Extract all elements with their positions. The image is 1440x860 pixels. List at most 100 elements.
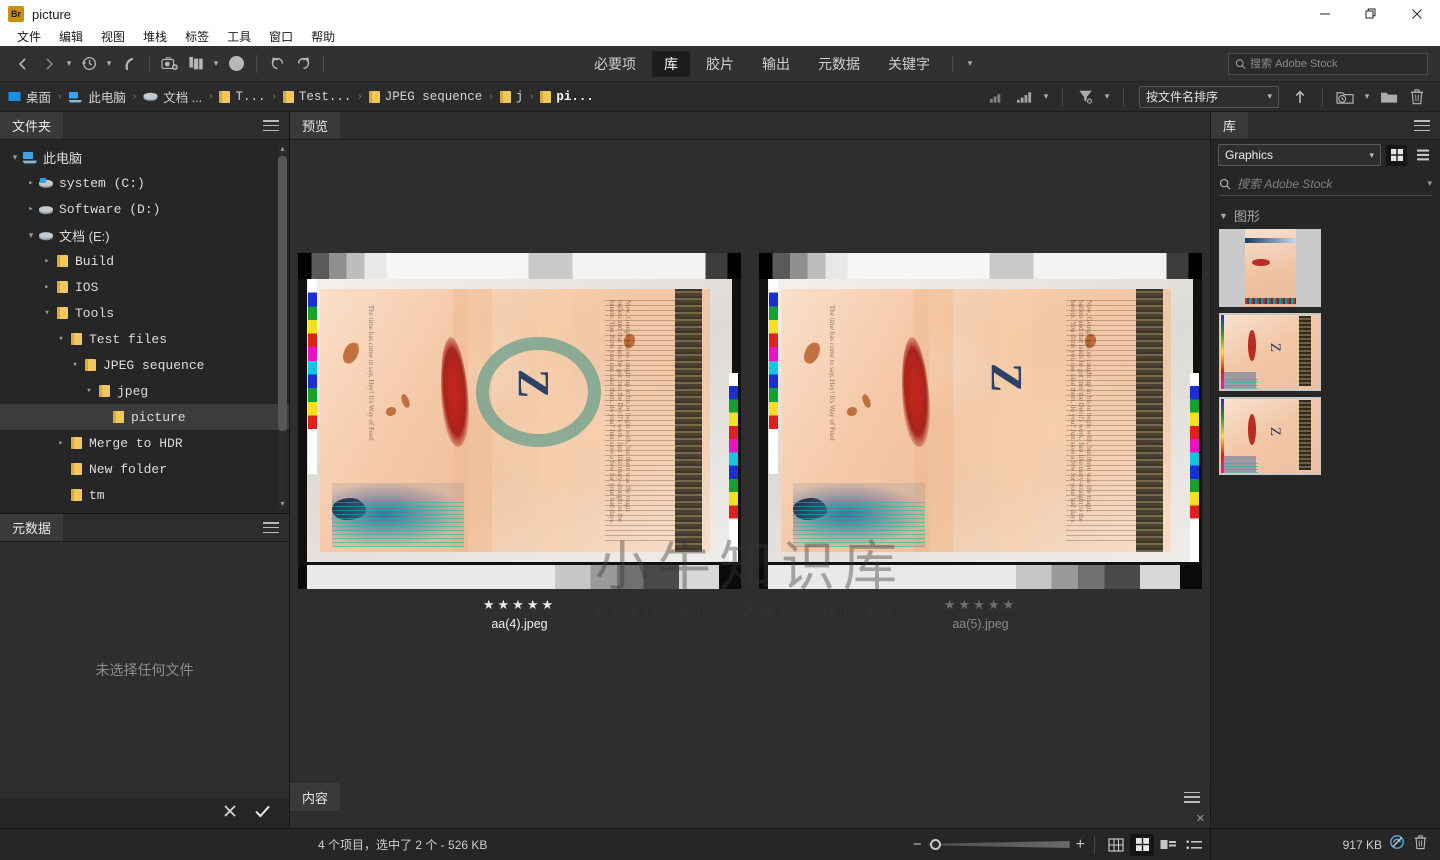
trash-icon[interactable] [1413, 834, 1428, 855]
filter-chevron-down-icon[interactable]: ▾ [1100, 85, 1114, 109]
scroll-up-arrow-icon[interactable]: ▴ [278, 144, 287, 154]
details-view-icon[interactable] [1156, 834, 1180, 856]
thumbnail-size-slider[interactable] [927, 839, 1070, 851]
twisty-open-icon[interactable]: ▾ [24, 230, 38, 241]
library-group-header[interactable]: ▼ 图形 [1219, 206, 1440, 225]
tree-item-jpeg-sequence[interactable]: ▾ JPEG sequence [0, 352, 289, 378]
slider-knob[interactable] [929, 839, 941, 850]
twisty-open-icon[interactable]: ▾ [82, 386, 96, 396]
menu-edit[interactable]: 编辑 [50, 28, 92, 46]
preview-image-1[interactable]: The time has come to say, Hey! It's Way … [298, 252, 741, 589]
boomerang-icon[interactable] [116, 51, 142, 77]
twisty-closed-icon[interactable]: ▸ [24, 178, 38, 188]
back-arrow-icon[interactable] [10, 51, 36, 77]
refine-icon[interactable] [223, 51, 249, 77]
library-thumb-3[interactable]: Z [1219, 397, 1321, 475]
tree-item-tm[interactable]: tm [0, 482, 289, 508]
list-view-icon[interactable] [1182, 834, 1206, 856]
twisty-open-icon[interactable]: ▾ [40, 308, 54, 318]
twisty-open-icon[interactable]: ▾ [68, 360, 82, 370]
content-thumbnail-strip[interactable]: ✕ [290, 811, 1210, 828]
tab-preview[interactable]: 预览 [290, 112, 341, 139]
tree-item-this-pc[interactable]: ▾ 此电脑 [0, 144, 289, 170]
triangle-down-icon[interactable]: ▼ [1219, 211, 1228, 221]
workspace-filmstrip[interactable]: 胶片 [694, 51, 746, 77]
recent-history-icon[interactable] [76, 51, 102, 77]
cloud-sync-off-icon[interactable] [1389, 834, 1406, 855]
minimize-button[interactable] [1302, 0, 1348, 28]
tree-item-system-c[interactable]: ▸ system (C:) [0, 170, 289, 196]
workspace-output[interactable]: 输出 [750, 51, 802, 77]
search-input[interactable] [1250, 57, 1421, 70]
batch-rename-icon[interactable] [183, 51, 209, 77]
library-search[interactable]: 搜索 Adobe Stock ▾ [1219, 172, 1432, 196]
tree-item-new-folder[interactable]: New folder [0, 456, 289, 482]
tree-item-jpeg[interactable]: ▾ jpeg [0, 378, 289, 404]
tab-library[interactable]: 库 [1211, 112, 1249, 139]
tree-item-documents-e[interactable]: ▾ 文档 (E:) [0, 222, 289, 248]
breadcrumb-item-jpeg-sequence[interactable]: JPEG sequence [368, 90, 482, 104]
tree-item-software-d[interactable]: ▸ Software (D:) [0, 196, 289, 222]
delete-icon[interactable] [1404, 84, 1430, 110]
panel-menu-icon[interactable] [1184, 791, 1200, 803]
breadcrumb-item-j[interactable]: j [499, 90, 523, 104]
twisty-closed-icon[interactable]: ▸ [40, 282, 54, 292]
workspace-libraries[interactable]: 库 [652, 50, 690, 77]
breadcrumb-item-this-pc[interactable]: 此电脑 [68, 87, 126, 106]
scrollbar-thumb[interactable] [278, 156, 287, 431]
panel-menu-icon[interactable] [263, 522, 279, 533]
zoom-in-button[interactable]: + [1076, 836, 1085, 854]
maximize-restore-button[interactable] [1348, 0, 1394, 28]
cancel-x-icon[interactable] [222, 803, 238, 824]
twisty-open-icon[interactable]: ▾ [54, 334, 68, 344]
tree-item-merge-to-hdr[interactable]: ▸ Merge to HDR [0, 430, 289, 456]
library-thumb-1[interactable] [1219, 229, 1321, 307]
preview-item[interactable]: The time has come to say, Hey! It's Way … [759, 252, 1202, 631]
close-button[interactable] [1394, 0, 1440, 28]
tree-item-picture[interactable]: picture [0, 404, 289, 430]
menu-help[interactable]: 帮助 [302, 28, 344, 46]
workspace-chevron-down-icon[interactable]: ▾ [963, 52, 977, 76]
tab-metadata[interactable]: 元数据 [0, 514, 64, 541]
close-x-icon[interactable]: ✕ [1196, 812, 1205, 825]
tree-item-untitled-export[interactable]: Untitled Export [0, 508, 289, 513]
thumbnail-view-icon[interactable] [1130, 833, 1154, 856]
list-view-icon[interactable] [1412, 145, 1433, 166]
workspace-metadata[interactable]: 元数据 [806, 51, 872, 77]
tree-item-build[interactable]: ▸ Build [0, 248, 289, 274]
library-selector[interactable]: Graphics ▾ [1218, 144, 1381, 166]
filter-low-rating-icon[interactable] [983, 84, 1009, 110]
twisty-closed-icon[interactable]: ▸ [24, 204, 38, 214]
menu-view[interactable]: 视图 [92, 28, 134, 46]
get-photos-from-camera-icon[interactable] [157, 51, 183, 77]
batch-chevron-down-icon[interactable]: ▾ [209, 52, 223, 76]
preview-image-2[interactable]: The time has come to say, Hey! It's Way … [759, 252, 1202, 589]
zoom-out-button[interactable]: − [913, 836, 922, 853]
twisty-closed-icon[interactable]: ▸ [54, 438, 68, 448]
grid-view-icon[interactable] [1386, 144, 1407, 166]
scroll-down-arrow-icon[interactable]: ▾ [278, 499, 287, 509]
tab-folders[interactable]: 文件夹 [0, 112, 64, 139]
breadcrumb-item-test[interactable]: Test... [282, 90, 351, 104]
history-chevron-down-icon[interactable]: ▾ [102, 52, 116, 76]
preview-item[interactable]: The time has come to say, Hey! It's Way … [298, 252, 741, 631]
panel-menu-icon[interactable] [1414, 120, 1430, 131]
sort-dropdown[interactable]: 按文件名排序 ▾ [1139, 85, 1279, 108]
menu-tools[interactable]: 工具 [218, 28, 260, 46]
twisty-open-icon[interactable]: ▾ [8, 152, 22, 163]
rating-stars[interactable]: ★★★★★ [483, 597, 556, 613]
tree-item-tools[interactable]: ▾ Tools [0, 300, 289, 326]
chevron-down-icon[interactable]: ▾ [1427, 178, 1432, 189]
rotate-clockwise-icon[interactable] [290, 51, 316, 77]
tree-item-ios[interactable]: ▸ IOS [0, 274, 289, 300]
lock-thumbnail-grid-icon[interactable] [1104, 834, 1128, 856]
filter-high-rating-icon[interactable] [1011, 84, 1037, 110]
menu-stacks[interactable]: 堆栈 [134, 28, 176, 46]
forward-arrow-icon[interactable] [36, 51, 62, 77]
menu-window[interactable]: 窗口 [260, 28, 302, 46]
rating-stars[interactable]: ★★★★★ [944, 597, 1017, 613]
breadcrumb-item-t[interactable]: T... [219, 90, 265, 104]
menu-label[interactable]: 标签 [176, 28, 218, 46]
collection-chevron-down-icon[interactable]: ▾ [1360, 85, 1374, 109]
breadcrumb-item-picture[interactable]: pi... [540, 90, 594, 104]
